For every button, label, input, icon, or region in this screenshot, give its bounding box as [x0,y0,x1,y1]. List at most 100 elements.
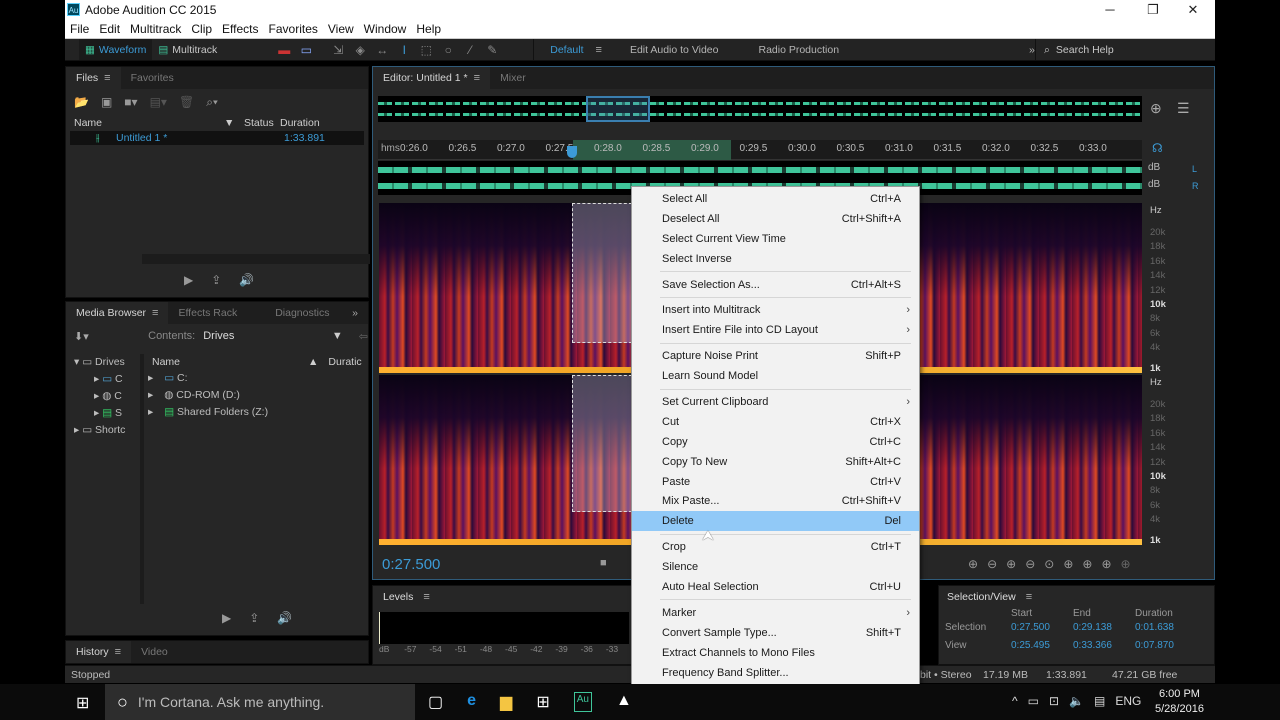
file-row[interactable]: ⫲ Untitled 1 * 1:33.891 [70,131,364,145]
zoom-to-in-point-icon[interactable]: ⊕ [1063,557,1073,571]
battery-icon[interactable]: ▭ [1028,694,1039,708]
menu-item-paste[interactable]: Paste Ctrl+V [632,472,919,492]
menu-item-select-current-view-time[interactable]: Select Current View Time [632,229,919,249]
media-item[interactable]: ▸ ▭ C: [148,370,368,387]
panel-options-icon[interactable]: ☰ [1177,100,1190,117]
playhead[interactable] [567,146,577,158]
panel-menu-icon[interactable]: ≡ [423,591,429,603]
menu-item-convert-sample-type[interactable]: Convert Sample Type... Shift+T [632,623,919,643]
tab-media-browser[interactable]: Media Browser ≡ [66,302,169,324]
time-selection-tool-icon[interactable]: I [393,43,415,57]
stop-button[interactable]: ■ [600,557,607,569]
tab-history[interactable]: History ≡ [66,641,132,663]
zoom-in-time-icon[interactable]: ⊕ [1006,557,1016,571]
search-files-icon[interactable]: ⌕▾ [206,95,218,110]
overview-view-range[interactable] [586,96,650,122]
view-start-field[interactable]: 0:25.495 [1011,635,1073,655]
audition-taskbar-icon[interactable]: Au [573,692,592,712]
tree-item-drives[interactable]: ▾ ▭ Drives [74,354,144,371]
delete-icon[interactable]: 🗑 [179,95,194,109]
menu-item-select-all[interactable]: Select All Ctrl+A [632,189,919,209]
import-media-icon[interactable]: ⬇▾ [74,330,140,343]
cortana-search-box[interactable]: ○ I'm Cortana. Ask me anything. [105,684,415,720]
panel-menu-icon[interactable]: ≡ [115,646,121,658]
zoom-in-frequency-icon[interactable]: ⊕ [1121,557,1131,571]
tab-favorites[interactable]: Favorites [121,67,184,89]
menu-item-frequency-band-splitter[interactable]: Frequency Band Splitter... [632,663,919,683]
zoom-in-amplitude-icon[interactable]: ⊕ [968,557,978,571]
menu-item-crop[interactable]: Crop Ctrl+T [632,537,919,557]
tree-item-drive[interactable]: ▸ ▭ C [74,371,144,388]
waveform-view-button[interactable]: ▦ Waveform [79,39,153,60]
new-file-icon[interactable]: ■▾ [124,95,137,109]
tab-files[interactable]: Files ≡ [66,67,121,89]
language-indicator[interactable]: ENG [1115,694,1141,708]
back-arrow-icon[interactable]: ⇦ [359,330,368,343]
menu-item-delete[interactable]: Delete Del [632,511,919,532]
sort-desc-icon[interactable]: ▼ [224,117,244,129]
import-file-icon[interactable]: ▣ [101,95,112,109]
menu-item-select-inverse[interactable]: Select Inverse [632,249,919,269]
menu-multitrack[interactable]: Multitrack [130,22,181,36]
more-panels-icon[interactable]: » [342,302,368,324]
menu-item-learn-sound-model[interactable]: Learn Sound Model [632,366,919,386]
headphones-icon[interactable]: ☊ [1152,141,1163,155]
tab-effects-rack[interactable]: Effects Rack [168,302,247,324]
menu-item-insert-into-multitrack[interactable]: Insert into Multitrack › [632,300,919,320]
panel-menu-icon[interactable]: ≡ [152,307,158,319]
media-item[interactable]: ▸ ▤ Shared Folders (Z:) [148,404,368,421]
column-duration[interactable]: Duratic [328,356,361,368]
files-scrollbar[interactable] [142,254,370,264]
action-center-icon[interactable]: ▤ [1094,694,1105,708]
edge-browser-icon[interactable]: e [467,692,476,712]
panel-menu-icon[interactable]: ≡ [104,72,110,84]
volume-icon[interactable]: 🔈 [1069,694,1084,708]
menu-window[interactable]: Window [364,22,407,36]
menu-item-copy[interactable]: Copy Ctrl+C [632,432,919,452]
selection-end-field[interactable]: 0:29.138 [1073,619,1135,635]
workspace-edit-audio-to-video[interactable]: Edit Audio to Video [630,44,719,56]
column-duration[interactable]: Duration [280,117,320,129]
zoom-to-out-point-icon[interactable]: ⊕ [1082,557,1092,571]
view-duration-field[interactable]: 0:07.870 [1135,635,1174,655]
move-tool-icon[interactable]: ⇲ [327,43,349,57]
zoom-to-selection-icon[interactable]: ⊕ [1101,557,1111,571]
view-end-field[interactable]: 0:33.366 [1073,635,1135,655]
channel-r-toggle[interactable]: R [1192,181,1199,191]
spot-healing-tool-icon[interactable]: ✎ [481,43,503,57]
close-button[interactable]: ✕ [1178,2,1208,18]
menu-clip[interactable]: Clip [191,22,212,36]
maximize-button[interactable]: ❐ [1138,2,1168,18]
task-view-icon[interactable]: ▢ [428,692,443,712]
show-hidden-icons-icon[interactable]: ^ [1012,694,1018,708]
workspace-radio-production[interactable]: Radio Production [758,44,839,56]
menu-item-auto-heal-selection[interactable]: Auto Heal Selection Ctrl+U [632,577,919,597]
play-icon[interactable]: ▶ [184,273,193,287]
menu-item-save-selection-as[interactable]: Save Selection As... Ctrl+Alt+S [632,275,919,295]
store-icon[interactable]: ⊞ [536,692,549,712]
insert-multitrack-icon[interactable]: ▤▾ [150,95,167,109]
spectral-frequency-icon[interactable]: ▬ [273,43,295,57]
autoplay-volume-icon[interactable]: 🔊 [277,611,292,625]
overview-waveform[interactable] [378,96,1142,122]
column-status[interactable]: Status [244,117,280,129]
menu-item-insert-entire-file-into-cd-layout[interactable]: Insert Entire File into CD Layout › [632,320,919,340]
panel-menu-icon[interactable]: ≡ [474,72,480,84]
selection-start-field[interactable]: 0:27.500 [1011,619,1073,635]
tab-editor[interactable]: Editor: Untitled 1 * ≡ [373,67,491,89]
chevron-down-icon[interactable]: ▼ [332,330,343,342]
razor-tool-icon[interactable]: ◈ [349,43,371,57]
channel-l-toggle[interactable]: L [1192,164,1197,174]
contents-dropdown[interactable]: Drives [203,330,320,342]
tab-diagnostics[interactable]: Diagnostics [265,302,339,324]
tab-mixer[interactable]: Mixer [490,67,536,89]
zoom-to-selection-icon[interactable]: ⊕ [1150,100,1162,117]
panel-menu-icon[interactable]: ≡ [1026,591,1032,603]
open-file-icon[interactable]: 📂 [74,95,89,109]
tab-video[interactable]: Video [131,641,178,663]
marquee-tool-icon[interactable]: ⬚ [415,43,437,57]
spectral-pitch-icon[interactable]: ▭ [295,43,317,57]
menu-edit[interactable]: Edit [99,22,120,36]
file-explorer-icon[interactable]: ▆ [500,692,512,712]
menu-item-cut[interactable]: Cut Ctrl+X [632,412,919,432]
